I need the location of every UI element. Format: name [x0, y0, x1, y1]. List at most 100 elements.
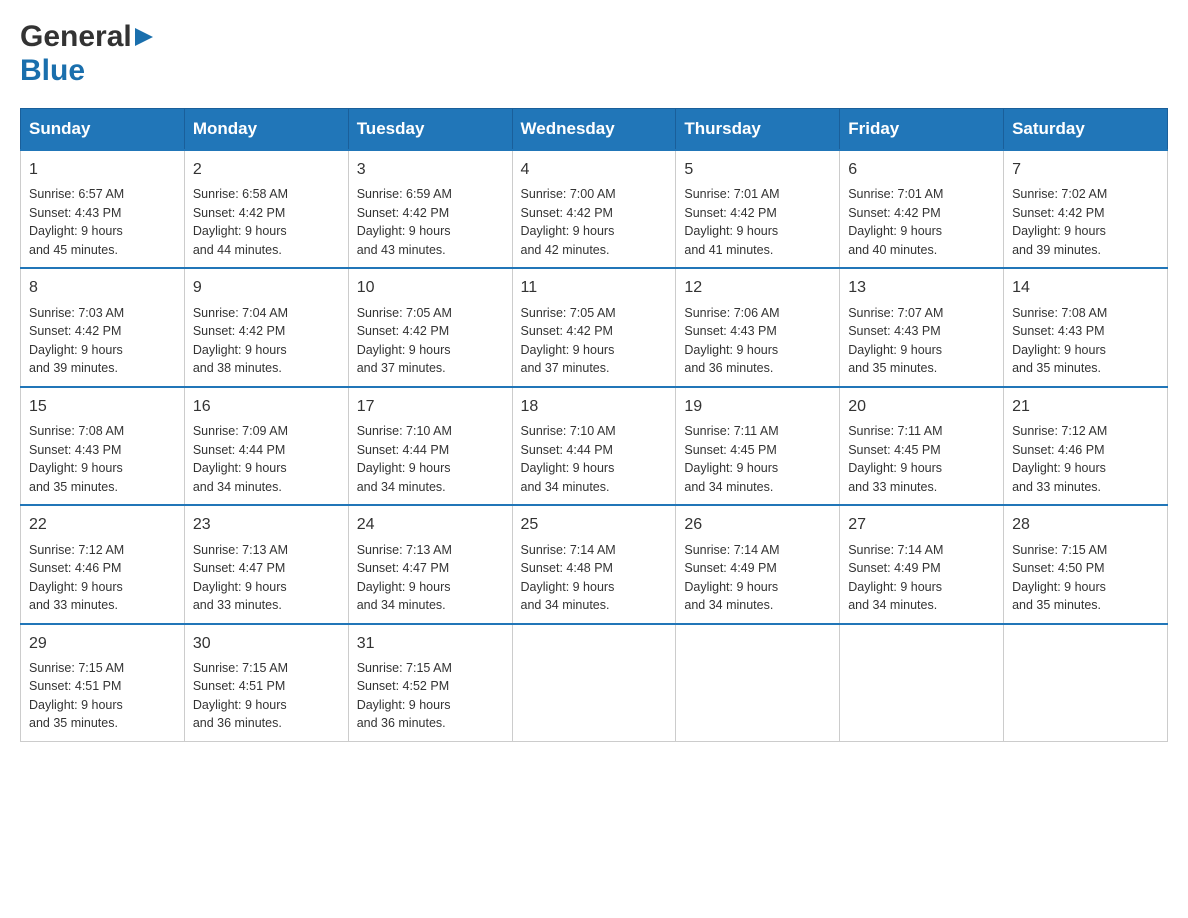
calendar-cell: 27 Sunrise: 7:14 AMSunset: 4:49 PMDayligh…: [840, 505, 1004, 623]
day-info: Sunrise: 7:14 AMSunset: 4:49 PMDaylight:…: [848, 543, 943, 613]
calendar-cell: 11 Sunrise: 7:05 AMSunset: 4:42 PMDayligh…: [512, 268, 676, 386]
day-number: 13: [848, 277, 995, 299]
day-info: Sunrise: 7:01 AMSunset: 4:42 PMDaylight:…: [684, 187, 779, 257]
day-number: 20: [848, 396, 995, 418]
day-info: Sunrise: 6:59 AMSunset: 4:42 PMDaylight:…: [357, 187, 452, 257]
day-info: Sunrise: 6:58 AMSunset: 4:42 PMDaylight:…: [193, 187, 288, 257]
calendar-cell: [1004, 624, 1168, 742]
calendar-cell: 19 Sunrise: 7:11 AMSunset: 4:45 PMDayligh…: [676, 387, 840, 505]
day-info: Sunrise: 7:00 AMSunset: 4:42 PMDaylight:…: [521, 187, 616, 257]
day-number: 8: [29, 277, 176, 299]
day-number: 14: [1012, 277, 1159, 299]
day-number: 18: [521, 396, 668, 418]
calendar-cell: 31 Sunrise: 7:15 AMSunset: 4:52 PMDayligh…: [348, 624, 512, 742]
day-info: Sunrise: 7:08 AMSunset: 4:43 PMDaylight:…: [29, 424, 124, 494]
day-number: 28: [1012, 514, 1159, 536]
day-number: 23: [193, 514, 340, 536]
day-info: Sunrise: 7:02 AMSunset: 4:42 PMDaylight:…: [1012, 187, 1107, 257]
logo-arrow-icon: [135, 26, 155, 48]
header-friday: Friday: [840, 109, 1004, 151]
day-info: Sunrise: 7:08 AMSunset: 4:43 PMDaylight:…: [1012, 306, 1107, 376]
day-info: Sunrise: 7:15 AMSunset: 4:52 PMDaylight:…: [357, 661, 452, 731]
calendar-cell: 9 Sunrise: 7:04 AMSunset: 4:42 PMDaylight…: [184, 268, 348, 386]
week-row-3: 15 Sunrise: 7:08 AMSunset: 4:43 PMDayligh…: [21, 387, 1168, 505]
header-saturday: Saturday: [1004, 109, 1168, 151]
day-info: Sunrise: 7:15 AMSunset: 4:51 PMDaylight:…: [193, 661, 288, 731]
day-number: 21: [1012, 396, 1159, 418]
calendar-cell: 14 Sunrise: 7:08 AMSunset: 4:43 PMDayligh…: [1004, 268, 1168, 386]
day-info: Sunrise: 7:04 AMSunset: 4:42 PMDaylight:…: [193, 306, 288, 376]
calendar-cell: 8 Sunrise: 7:03 AMSunset: 4:42 PMDaylight…: [21, 268, 185, 386]
week-row-4: 22Sunrise: 7:12 AMSunset: 4:46 PMDayligh…: [21, 505, 1168, 623]
calendar-cell: 3 Sunrise: 6:59 AMSunset: 4:42 PMDaylight…: [348, 150, 512, 268]
week-row-5: 29 Sunrise: 7:15 AMSunset: 4:51 PMDayligh…: [21, 624, 1168, 742]
logo-general-text: General: [20, 20, 132, 54]
day-number: 29: [29, 633, 176, 655]
calendar-cell: 23 Sunrise: 7:13 AMSunset: 4:47 PMDayligh…: [184, 505, 348, 623]
day-number: 26: [684, 514, 831, 536]
day-info: Sunrise: 7:11 AMSunset: 4:45 PMDaylight:…: [684, 424, 778, 494]
day-number: 12: [684, 277, 831, 299]
day-number: 17: [357, 396, 504, 418]
calendar-cell: 30 Sunrise: 7:15 AMSunset: 4:51 PMDayligh…: [184, 624, 348, 742]
day-info: Sunrise: 7:12 AMSunset: 4:46 PMDaylight:…: [29, 543, 124, 613]
header-thursday: Thursday: [676, 109, 840, 151]
day-info: Sunrise: 7:05 AMSunset: 4:42 PMDaylight:…: [357, 306, 452, 376]
calendar-table: SundayMondayTuesdayWednesdayThursdayFrid…: [20, 108, 1168, 742]
calendar-cell: 6Sunrise: 7:01 AMSunset: 4:42 PMDaylight…: [840, 150, 1004, 268]
day-number: 3: [357, 159, 504, 181]
day-number: 24: [357, 514, 504, 536]
calendar-cell: 17 Sunrise: 7:10 AMSunset: 4:44 PMDayligh…: [348, 387, 512, 505]
calendar-cell: 13Sunrise: 7:07 AMSunset: 4:43 PMDayligh…: [840, 268, 1004, 386]
calendar-cell: 16 Sunrise: 7:09 AMSunset: 4:44 PMDayligh…: [184, 387, 348, 505]
day-number: 19: [684, 396, 831, 418]
calendar-header-row: SundayMondayTuesdayWednesdayThursdayFrid…: [21, 109, 1168, 151]
page-header: General Blue: [20, 20, 1168, 88]
day-info: Sunrise: 6:57 AMSunset: 4:43 PMDaylight:…: [29, 187, 124, 257]
calendar-cell: [840, 624, 1004, 742]
day-number: 27: [848, 514, 995, 536]
day-number: 25: [521, 514, 668, 536]
day-number: 15: [29, 396, 176, 418]
header-monday: Monday: [184, 109, 348, 151]
calendar-cell: 15 Sunrise: 7:08 AMSunset: 4:43 PMDayligh…: [21, 387, 185, 505]
calendar-cell: 29 Sunrise: 7:15 AMSunset: 4:51 PMDayligh…: [21, 624, 185, 742]
day-number: 11: [521, 277, 668, 299]
day-info: Sunrise: 7:10 AMSunset: 4:44 PMDaylight:…: [357, 424, 452, 494]
day-info: Sunrise: 7:09 AMSunset: 4:44 PMDaylight:…: [193, 424, 288, 494]
calendar-cell: 21 Sunrise: 7:12 AMSunset: 4:46 PMDayligh…: [1004, 387, 1168, 505]
day-info: Sunrise: 7:10 AMSunset: 4:44 PMDaylight:…: [521, 424, 616, 494]
calendar-cell: 12 Sunrise: 7:06 AMSunset: 4:43 PMDayligh…: [676, 268, 840, 386]
day-info: Sunrise: 7:13 AMSunset: 4:47 PMDaylight:…: [357, 543, 452, 613]
calendar-cell: 28 Sunrise: 7:15 AMSunset: 4:50 PMDayligh…: [1004, 505, 1168, 623]
day-info: Sunrise: 7:05 AMSunset: 4:42 PMDaylight:…: [521, 306, 616, 376]
calendar-cell: 25 Sunrise: 7:14 AMSunset: 4:48 PMDayligh…: [512, 505, 676, 623]
week-row-2: 8 Sunrise: 7:03 AMSunset: 4:42 PMDaylight…: [21, 268, 1168, 386]
day-number: 30: [193, 633, 340, 655]
header-tuesday: Tuesday: [348, 109, 512, 151]
day-info: Sunrise: 7:14 AMSunset: 4:48 PMDaylight:…: [521, 543, 616, 613]
day-number: 16: [193, 396, 340, 418]
day-number: 9: [193, 277, 340, 299]
calendar-cell: 5 Sunrise: 7:01 AMSunset: 4:42 PMDaylight…: [676, 150, 840, 268]
day-info: Sunrise: 7:15 AMSunset: 4:50 PMDaylight:…: [1012, 543, 1107, 613]
day-info: Sunrise: 7:13 AMSunset: 4:47 PMDaylight:…: [193, 543, 288, 613]
calendar-cell: 1 Sunrise: 6:57 AMSunset: 4:43 PMDaylight…: [21, 150, 185, 268]
day-info: Sunrise: 7:06 AMSunset: 4:43 PMDaylight:…: [684, 306, 779, 376]
logo-blue-text: Blue: [20, 54, 85, 87]
day-number: 2: [193, 159, 340, 181]
logo: General Blue: [20, 20, 155, 88]
day-info: Sunrise: 7:15 AMSunset: 4:51 PMDaylight:…: [29, 661, 124, 731]
day-info: Sunrise: 7:14 AMSunset: 4:49 PMDaylight:…: [684, 543, 779, 613]
day-number: 31: [357, 633, 504, 655]
day-info: Sunrise: 7:03 AMSunset: 4:42 PMDaylight:…: [29, 306, 124, 376]
day-info: Sunrise: 7:12 AMSunset: 4:46 PMDaylight:…: [1012, 424, 1107, 494]
day-number: 5: [684, 159, 831, 181]
calendar-cell: 2 Sunrise: 6:58 AMSunset: 4:42 PMDaylight…: [184, 150, 348, 268]
day-number: 1: [29, 159, 176, 181]
header-wednesday: Wednesday: [512, 109, 676, 151]
calendar-cell: [512, 624, 676, 742]
calendar-cell: 20Sunrise: 7:11 AMSunset: 4:45 PMDayligh…: [840, 387, 1004, 505]
calendar-cell: 10Sunrise: 7:05 AMSunset: 4:42 PMDayligh…: [348, 268, 512, 386]
day-number: 7: [1012, 159, 1159, 181]
